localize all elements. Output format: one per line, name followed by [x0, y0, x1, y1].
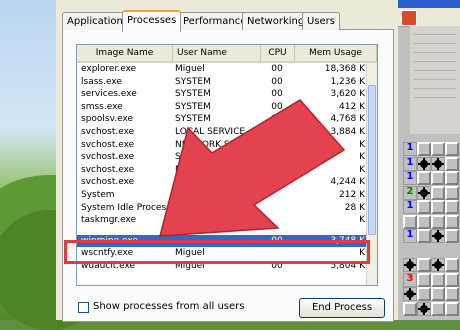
tab-processes[interactable]: Processes [122, 10, 182, 32]
pointer-arrow [159, 99, 346, 237]
arrow-shape [159, 99, 346, 237]
